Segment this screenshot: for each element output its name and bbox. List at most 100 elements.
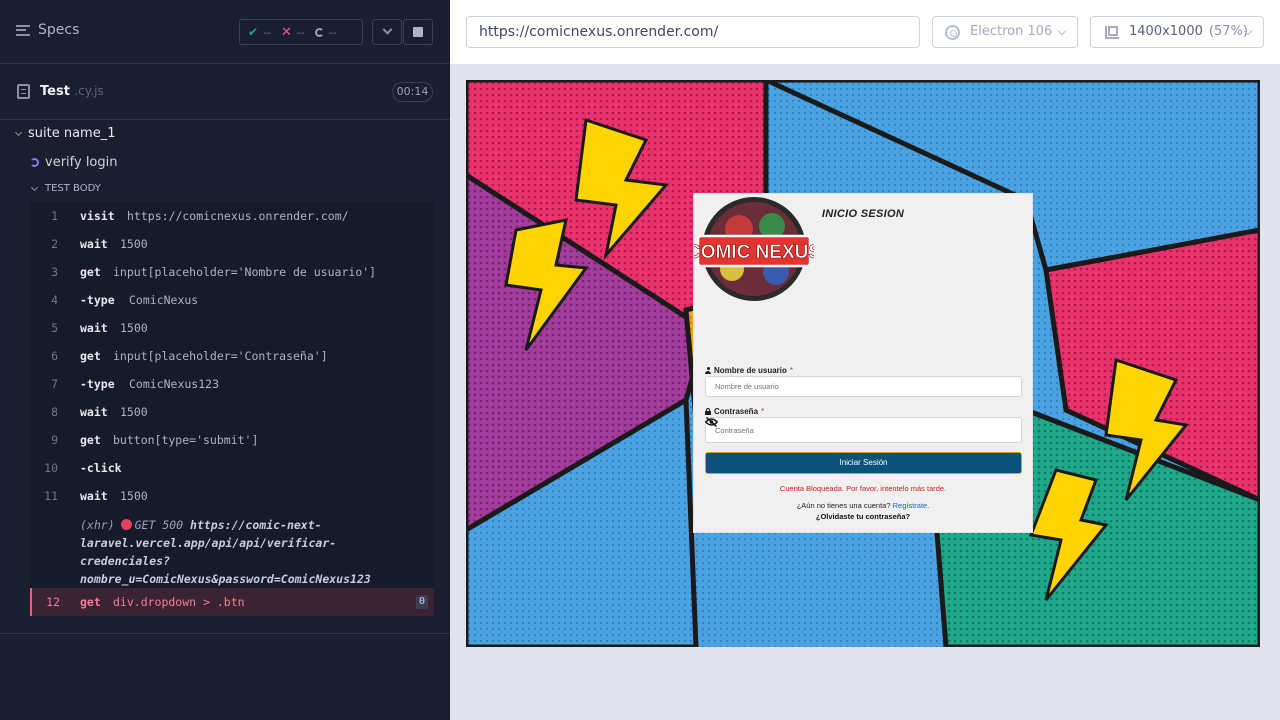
test-name: verify login xyxy=(45,155,118,170)
username-input[interactable] xyxy=(705,376,1022,397)
command-row[interactable]: 5 wait 1500 xyxy=(30,314,434,342)
command-number: 8 xyxy=(51,405,58,419)
command-name: -click xyxy=(80,461,122,475)
command-message: ComicNexus xyxy=(129,293,199,307)
viewport-icon xyxy=(1105,26,1119,39)
viewport-selector[interactable]: 1400x1000 (57%) xyxy=(1090,16,1264,48)
command-row[interactable]: 4 -type ComicNexus xyxy=(30,286,434,314)
command-name: get xyxy=(80,433,101,447)
password-label-row: Contraseña * xyxy=(705,407,764,416)
xhr-log-entry[interactable]: (xhr) GET 500 https://comic-next- laravel… xyxy=(30,510,434,588)
command-number: 7 xyxy=(51,377,58,391)
command-number: 5 xyxy=(51,321,58,335)
command-row[interactable]: 9 get button[type='submit'] xyxy=(30,426,434,454)
app-preview: INICIO SESION COMIC NEXUS Nombre de usua… xyxy=(466,80,1260,647)
failed-command-row[interactable]: 12 get div.dropdown > .btn 0 xyxy=(30,588,434,616)
command-number: 2 xyxy=(51,237,58,251)
command-name: wait xyxy=(80,237,108,251)
xhr-url-part-2: laravel.vercel.app/api/api/verificar- xyxy=(80,536,337,550)
logo-text: COMIC NEXUS xyxy=(694,242,814,263)
passed-count: -- xyxy=(263,25,272,39)
comic-nexus-logo: COMIC NEXUS xyxy=(694,197,814,301)
error-message: Cuenta Bloqueada. Por favor, intentelo m… xyxy=(779,484,947,493)
signup-link[interactable]: Regístrate. xyxy=(893,501,930,510)
command-number: 12 xyxy=(46,595,60,609)
command-row[interactable]: 11 wait 1500 xyxy=(30,482,434,510)
browser-selector[interactable]: Electron 106 xyxy=(932,16,1078,48)
command-message: https://comicnexus.onrender.com/ xyxy=(127,209,349,223)
command-message: ComicNexus123 xyxy=(129,377,220,391)
xhr-url-part-4: nombre_u=ComicNexus&password=ComicNexus1… xyxy=(80,572,371,586)
pending-stat: -- xyxy=(314,25,337,39)
menu-icon xyxy=(16,24,30,36)
command-message: div.dropdown > .btn xyxy=(113,595,245,609)
command-list: 1 visit https://comicnexus.onrender.com/… xyxy=(30,202,434,616)
run-duration: 00:14 xyxy=(392,82,433,102)
lock-icon xyxy=(705,408,711,415)
username-label-row: Nombre de usuario * xyxy=(705,366,793,375)
command-message: input[placeholder='Nombre de usuario'] xyxy=(113,265,377,279)
command-name: wait xyxy=(80,489,108,503)
suite-name: suite name_1 xyxy=(28,126,116,141)
divider xyxy=(0,633,450,634)
xhr-method-status: GET 500 xyxy=(134,518,184,532)
signup-prompt: ¿Aún no tienes una cuenta? xyxy=(796,501,891,510)
suite-row[interactable]: suite name_1 xyxy=(14,126,116,141)
x-icon: ✕ xyxy=(281,24,292,40)
failed-stat: ✕ -- xyxy=(281,25,305,40)
aut-toolbar: https://comicnexus.onrender.com/ Electro… xyxy=(450,0,1280,64)
command-number: 1 xyxy=(51,209,58,223)
password-label: Contraseña xyxy=(714,407,759,416)
command-row[interactable]: 6 get input[placeholder='Contraseña'] xyxy=(30,342,434,370)
xhr-url-part-3: credenciales? xyxy=(80,554,171,568)
passed-stat: ✔ -- xyxy=(248,25,271,39)
spec-file-name[interactable]: Test .cy.js xyxy=(40,84,104,99)
test-row[interactable]: verify login xyxy=(30,155,118,170)
xhr-url-part-1: https://comic-next- xyxy=(190,518,322,532)
forgot-password-link[interactable]: ¿Olvidaste tu contraseña? xyxy=(694,512,1032,521)
required-mark: * xyxy=(789,366,794,375)
command-message: button[type='submit'] xyxy=(113,433,259,447)
browser-name: Electron 106 xyxy=(970,24,1053,39)
pending-icon xyxy=(314,27,324,37)
command-number: 11 xyxy=(44,489,58,503)
command-name: get xyxy=(80,595,101,609)
password-input[interactable] xyxy=(705,417,1022,443)
failed-count: -- xyxy=(296,25,305,39)
eye-slash-icon[interactable] xyxy=(705,417,718,427)
collapse-button[interactable] xyxy=(372,19,402,45)
spec-file-ext: .cy.js xyxy=(74,84,104,98)
electron-icon xyxy=(945,25,960,40)
command-name: wait xyxy=(80,405,108,419)
required-mark: * xyxy=(761,407,765,416)
test-body-label: TEST BODY xyxy=(45,183,101,194)
document-icon xyxy=(17,84,30,99)
chevron-down-icon xyxy=(382,24,392,35)
command-row[interactable]: 3 get input[placeholder='Nombre de usuar… xyxy=(30,258,434,286)
pending-count: -- xyxy=(328,25,337,39)
command-name: get xyxy=(80,349,101,363)
specs-toggle[interactable]: Specs xyxy=(16,22,79,38)
command-name: wait xyxy=(80,321,108,335)
spec-file-row: Test .cy.js 00:14 xyxy=(0,65,450,120)
command-name: visit xyxy=(80,209,115,223)
command-row[interactable]: 2 wait 1500 xyxy=(30,230,434,258)
test-body-toggle[interactable]: TEST BODY xyxy=(30,183,101,194)
specs-label: Specs xyxy=(38,22,80,38)
command-row[interactable]: 7 -type ComicNexus123 xyxy=(30,370,434,398)
command-row[interactable]: 8 wait 1500 xyxy=(30,398,434,426)
url-field[interactable]: https://comicnexus.onrender.com/ xyxy=(466,16,920,48)
error-dot-icon xyxy=(120,519,132,530)
command-row[interactable]: 1 visit https://comicnexus.onrender.com/ xyxy=(30,202,434,230)
command-number: 6 xyxy=(51,349,58,363)
caret-down-icon xyxy=(14,128,23,136)
username-label: Nombre de usuario xyxy=(714,366,787,375)
command-number: 4 xyxy=(51,293,58,307)
command-row[interactable]: 10 -click xyxy=(30,454,434,482)
login-card: INICIO SESION COMIC NEXUS Nombre de usua… xyxy=(693,193,1033,533)
stop-button[interactable] xyxy=(403,19,433,45)
login-button[interactable]: Iniciar Sesión xyxy=(705,452,1022,474)
command-name: get xyxy=(80,265,101,279)
command-number: 3 xyxy=(51,265,58,279)
stop-icon xyxy=(413,27,423,37)
